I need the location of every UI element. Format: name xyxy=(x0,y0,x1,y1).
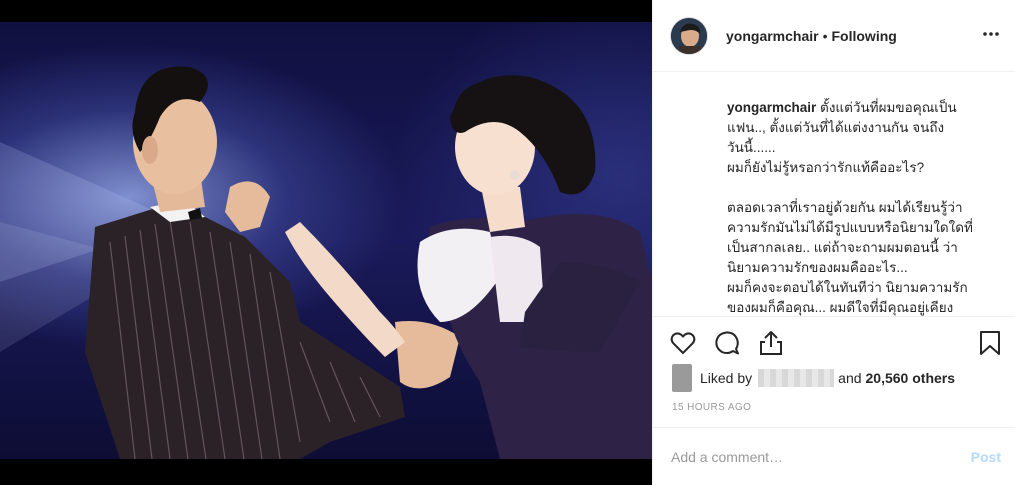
heart-icon[interactable] xyxy=(669,329,697,357)
likes-summary: Liked by and 20,560 others xyxy=(672,364,956,392)
liked-and-label: and xyxy=(838,370,862,386)
header-separator: • xyxy=(822,27,828,44)
caption-line: ของผมก็คือคุณ... ผมดีใจที่มีคุณอยู่เคียง xyxy=(727,300,954,315)
caption-username[interactable]: yongarmchair xyxy=(727,100,816,115)
share-icon[interactable] xyxy=(757,329,785,357)
post-photo-illustration xyxy=(0,66,652,459)
following-button[interactable]: Following xyxy=(832,28,897,44)
caption-paragraph-gap xyxy=(727,178,997,198)
caption-line: เป็นสากลเลย.. แต่ถ้าจะถามผมตอนนี้ ว่า xyxy=(727,240,958,255)
liker-name-redacted[interactable] xyxy=(758,369,835,387)
comment-input[interactable] xyxy=(671,448,951,465)
comment-icon[interactable] xyxy=(713,329,741,357)
post-photo[interactable] xyxy=(0,22,652,459)
post-caption: yongarmchair ตั้งแต่วันที่ผมขอคุณเป็น แฟ… xyxy=(727,98,997,316)
caption-line: ตั้งแต่วันที่ผมขอคุณเป็น xyxy=(820,100,957,115)
post-header: yongarmchair • Following xyxy=(653,0,1015,72)
header-username[interactable]: yongarmchair xyxy=(726,28,819,44)
caption-line: ผมก็ยังไม่รู้หรอกว่ารักแท้คืออะไร? xyxy=(727,160,925,175)
caption-line: นิยามความรักของผมคืออะไร... xyxy=(727,260,908,275)
avatar-face-icon xyxy=(671,17,707,54)
action-bar xyxy=(653,316,1015,370)
caption-line: ตลอดเวลาที่เราอยู่ด้วยกัน ผมได้เรียนรู้ว… xyxy=(727,200,963,215)
bookmark-icon[interactable] xyxy=(976,329,1004,357)
comment-section: Post xyxy=(653,427,1015,485)
photo-bottom-letterbox xyxy=(0,459,652,485)
caption-line: ผมก็คงจะตอบได้ในทันทีว่า นิยามความรัก xyxy=(727,280,968,295)
liker-avatar[interactable] xyxy=(672,364,692,392)
photo-top-letterbox xyxy=(0,0,652,22)
caption-line: ความรักมันไม่ได้มีรูปแบบหรือนิยามใดใดที่ xyxy=(727,220,973,235)
liked-by-label: Liked by xyxy=(700,370,753,386)
post-comment-button[interactable]: Post xyxy=(971,449,1001,465)
profile-avatar[interactable] xyxy=(670,16,708,55)
post-timestamp[interactable]: 15 HOURS AGO xyxy=(672,402,751,413)
more-options-icon[interactable] xyxy=(982,25,1000,43)
likes-count[interactable]: 20,560 others xyxy=(866,370,956,386)
caption-line: วันนี้...... xyxy=(727,140,776,155)
caption-line: แฟน.., ตั้งแต่วันที่ได้แต่งงานกัน จนถึง xyxy=(727,120,945,135)
post-sidebar: yongarmchair • Following yongarmchair ตั… xyxy=(652,0,1015,485)
